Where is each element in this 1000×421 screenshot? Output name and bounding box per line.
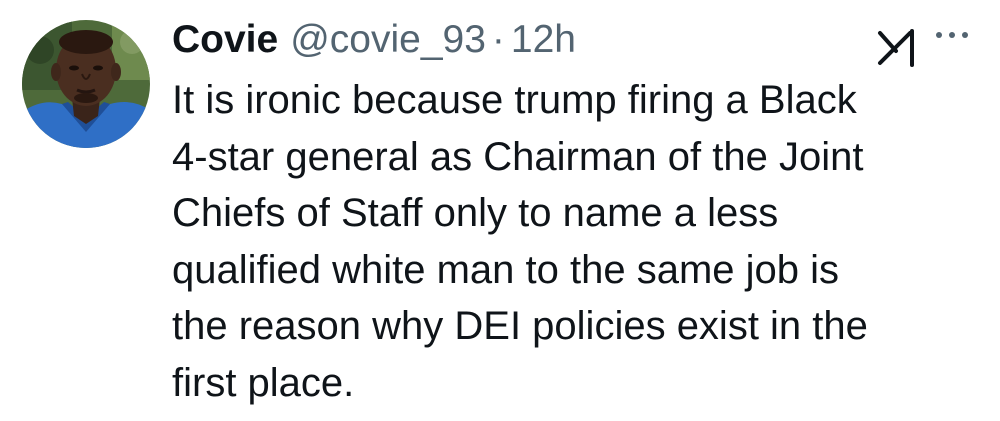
- user-handle[interactable]: @covie_93: [290, 12, 486, 68]
- tweet-text-line: qualified white man to the same job is: [172, 247, 840, 292]
- display-name[interactable]: Covie: [172, 12, 278, 68]
- tweet-header: Covie @covie_93 · 12h: [172, 12, 576, 68]
- tweet-text-line: Chiefs of Staff only to name a less: [172, 191, 779, 235]
- profile-photo: [22, 20, 150, 148]
- header-separator: ·: [491, 18, 505, 61]
- timestamp[interactable]: 12h: [511, 12, 576, 68]
- avatar[interactable]: [22, 20, 150, 148]
- tweet-text-line: the reason why DEI policies exist in the: [172, 304, 868, 348]
- tweet-card[interactable]: Covie @covie_93 · 12h It is ironic becau…: [0, 0, 1000, 421]
- tweet-text-line: It is ironic because trump firing a Blac…: [172, 78, 857, 122]
- more-dots-icon[interactable]: [932, 28, 972, 42]
- tweet-text: It is ironic because trump firing a Blac…: [172, 72, 972, 411]
- tweet-text-line: first place.: [172, 360, 355, 405]
- tweet-text-line: 4-star general as Chairman of the Joint: [172, 134, 864, 179]
- grok-icon[interactable]: [874, 25, 920, 71]
